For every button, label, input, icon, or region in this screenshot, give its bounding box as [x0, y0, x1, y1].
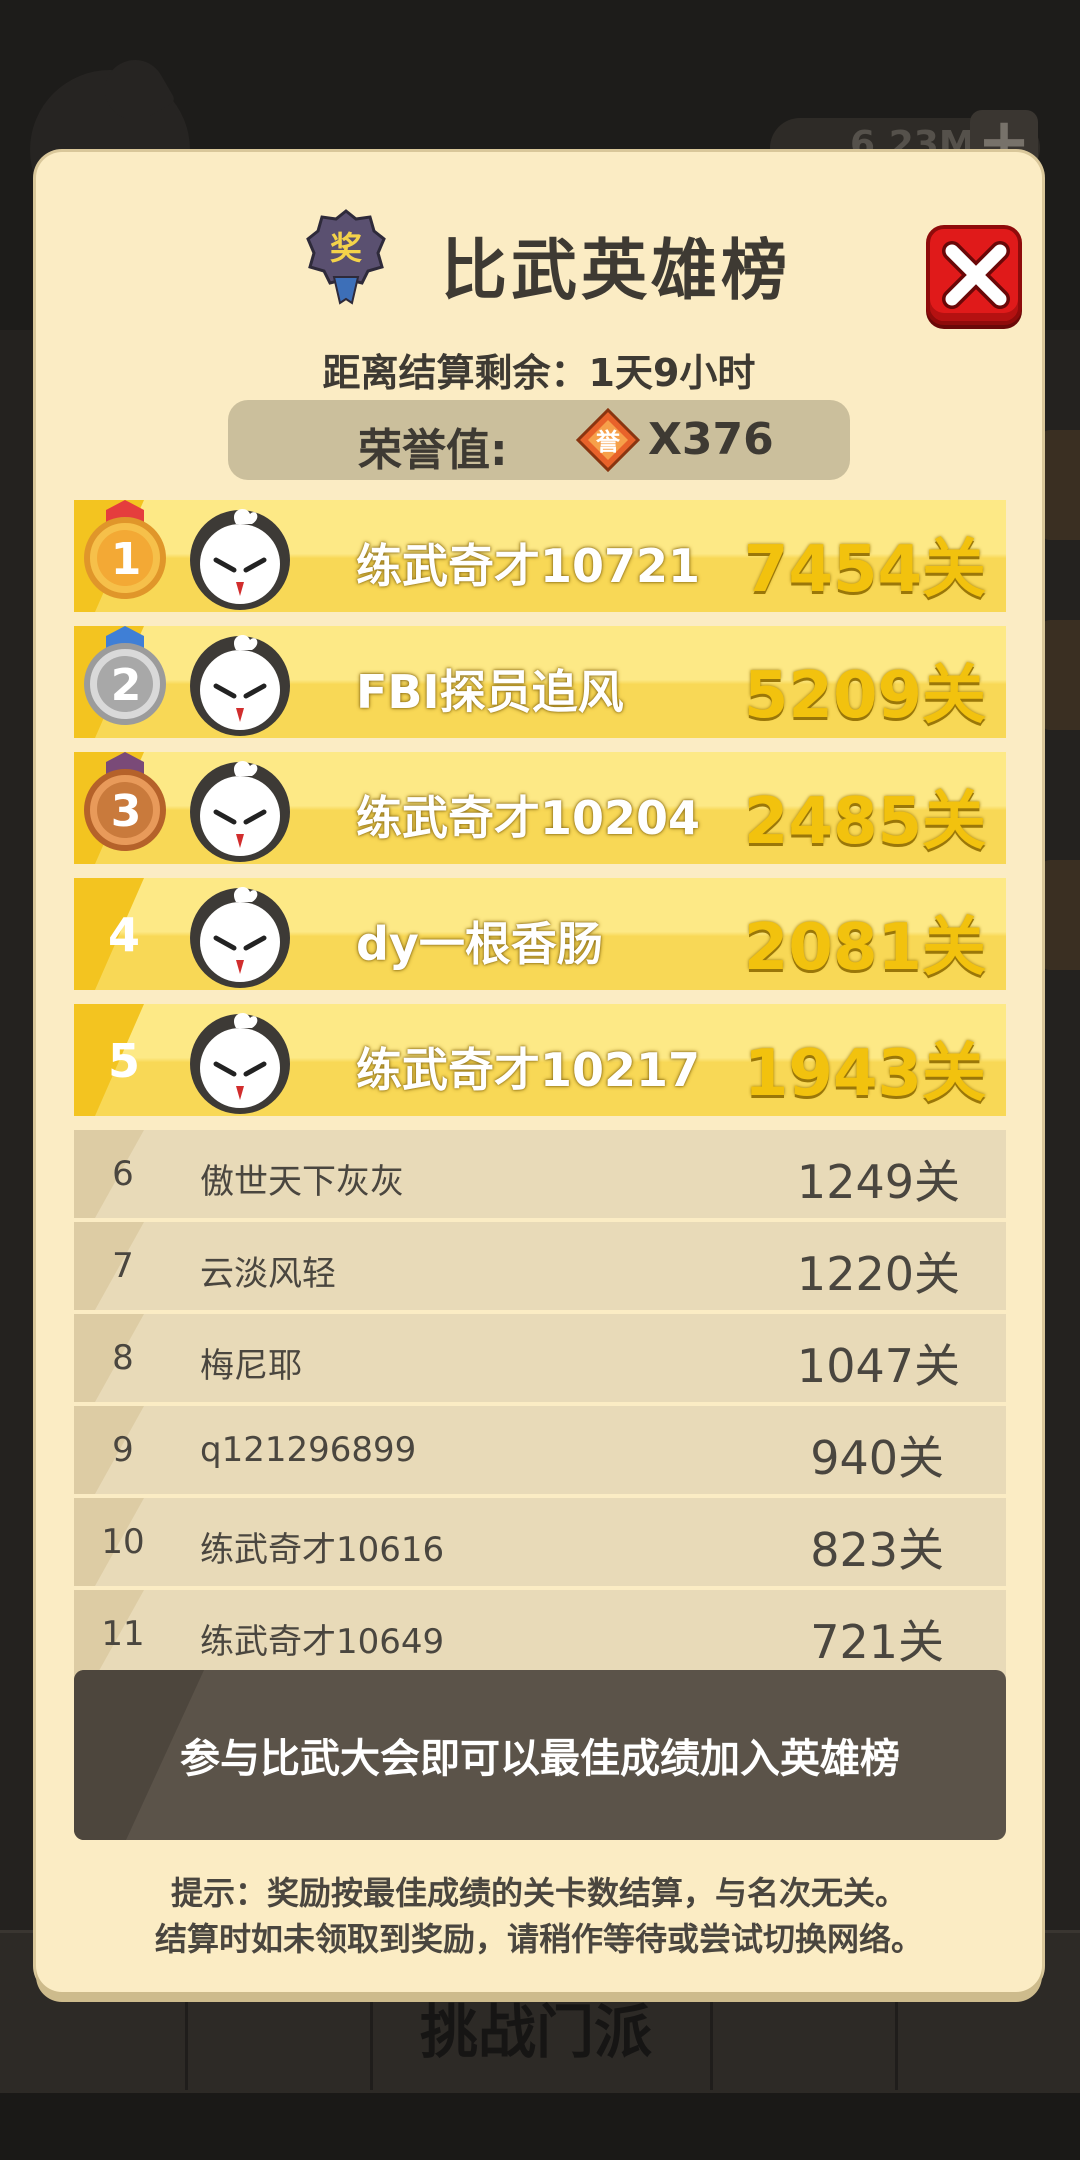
background-nav-label: 挑战门派	[420, 1998, 653, 2066]
award-badge-char: 奖	[330, 229, 362, 267]
award-badge-icon: 奖	[306, 209, 386, 305]
player-score: 2081关	[743, 911, 986, 985]
player-score: 2485关	[743, 785, 986, 859]
player-name: 云淡风轻	[200, 1254, 336, 1294]
white-chick-avatar-icon	[190, 635, 290, 736]
rank-number: 11	[101, 1614, 145, 1654]
close-icon	[942, 241, 1010, 309]
honor-token-char: 誉	[596, 428, 621, 456]
player-score: 5209关	[743, 659, 986, 733]
reward-tip: 提示：奖励按最佳成绩的关卡数结算，与名次无关。 结算时如未领取到奖励，请稍作等待…	[36, 1870, 1042, 1962]
rank-number: 3	[110, 786, 142, 837]
white-chick-avatar-icon	[190, 761, 290, 862]
white-chick-avatar-icon	[190, 1013, 290, 1114]
rank-number: 1	[110, 534, 142, 585]
player-name: dy一根香肠	[356, 917, 603, 971]
reward-tip-line-2: 结算时如未领取到奖励，请稍作等待或尝试切换网络。	[154, 1920, 923, 1958]
rank-number: 2	[110, 660, 142, 711]
rank-row-10[interactable]: 10 练武奇才10616 823关	[74, 1498, 1006, 1586]
player-score: 823关	[810, 1523, 944, 1577]
rank-row-3[interactable]: 3 练武奇才10204 2485关	[74, 752, 1006, 864]
honor-value: X376	[648, 414, 774, 465]
rank-number: 9	[112, 1430, 134, 1470]
player-score: 1249关	[796, 1155, 960, 1209]
rank-row-5[interactable]: 5 练武奇才10217 1943关	[74, 1004, 1006, 1116]
rank-number: 8	[112, 1338, 134, 1378]
player-score: 940关	[810, 1431, 944, 1485]
honor-bar: 荣誉值: 誉 X376	[228, 400, 850, 480]
player-name: 傲世天下灰灰	[200, 1162, 404, 1202]
rank-number: 5	[107, 1034, 140, 1088]
player-name: q121296899	[200, 1430, 417, 1470]
player-score: 721关	[810, 1615, 944, 1669]
join-tournament-banner: 参与比武大会即可以最佳成绩加入英雄榜	[74, 1670, 1006, 1840]
rank-number: 10	[101, 1522, 145, 1562]
player-name: 练武奇才10616	[200, 1530, 445, 1570]
honor-label: 荣誉值:	[358, 425, 508, 476]
background-side-button	[1040, 620, 1080, 730]
rank-number: 7	[112, 1246, 134, 1286]
player-name: 练武奇才10721	[356, 539, 701, 593]
rank-row-8[interactable]: 8 梅尼耶 1047关	[74, 1314, 1006, 1402]
honor-token-icon: 誉	[576, 408, 640, 472]
modal-title: 比武英雄榜	[441, 232, 791, 309]
player-score: 1047关	[796, 1339, 960, 1393]
reward-tip-line-1: 提示：奖励按最佳成绩的关卡数结算，与名次无关。	[170, 1874, 907, 1912]
player-name: 练武奇才10204	[356, 791, 701, 845]
settlement-countdown: 距离结算剩余：1天9小时	[322, 351, 756, 395]
rank-row-1[interactable]: 1 练武奇才10721 7454关	[74, 500, 1006, 612]
player-name: 练武奇才10217	[356, 1043, 701, 1097]
player-name: 梅尼耶	[200, 1346, 302, 1386]
background-side-button	[1040, 430, 1080, 540]
rank-row-7[interactable]: 7 云淡风轻 1220关	[74, 1222, 1006, 1310]
rank-row-6[interactable]: 6 傲世天下灰灰 1249关	[74, 1130, 1006, 1218]
rank-row-2[interactable]: 2 FBI探员追风 5209关	[74, 626, 1006, 738]
rank-number: 4	[107, 908, 140, 962]
rank-row-11[interactable]: 11 练武奇才10649 721关	[74, 1590, 1006, 1678]
rank-row-4[interactable]: 4 dy一根香肠 2081关	[74, 878, 1006, 990]
background-side-button	[1040, 860, 1080, 970]
leaderboard-modal: 奖 比武英雄榜 距离结算剩余：1天9小时 荣誉值: 誉 X376 1 练武奇才1…	[36, 152, 1042, 1992]
player-name: FBI探员追风	[356, 665, 624, 719]
rank-list[interactable]: 1 练武奇才10721 7454关 2 FBI探员追风 5209关 3 练武奇才…	[74, 500, 1006, 1810]
white-chick-avatar-icon	[190, 887, 290, 988]
rank-number: 6	[112, 1154, 134, 1194]
player-name: 练武奇才10649	[200, 1622, 445, 1662]
join-tournament-text: 参与比武大会即可以最佳成绩加入英雄榜	[180, 1736, 900, 1782]
player-score: 1943关	[743, 1037, 986, 1111]
player-score: 7454关	[743, 533, 986, 607]
player-score: 1220关	[796, 1247, 960, 1301]
modal-header: 奖 比武英雄榜	[36, 207, 1042, 325]
close-button[interactable]	[926, 225, 1022, 325]
rank-row-9[interactable]: 9 q121296899 940关	[74, 1406, 1006, 1494]
white-chick-avatar-icon	[190, 509, 290, 610]
